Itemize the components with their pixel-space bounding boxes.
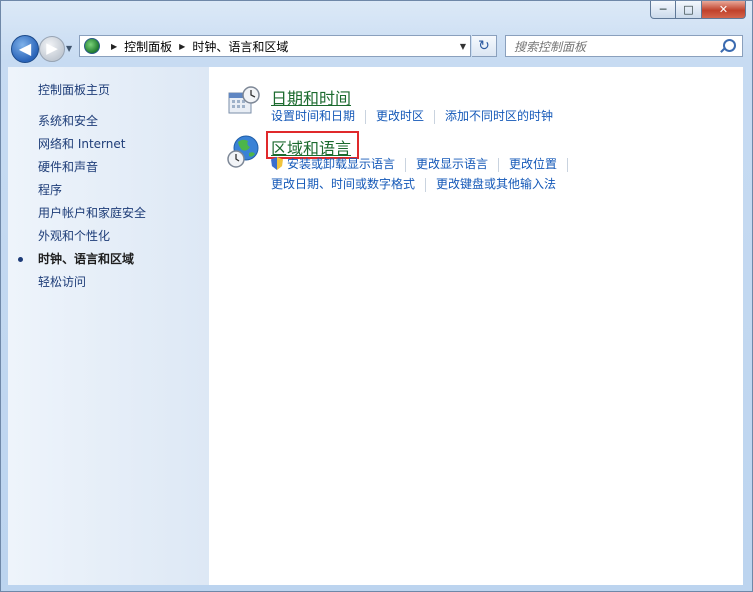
main-content: 日期和时间 设置时间和日期 更改时区 添加不同时区的时钟 区域和语言 安装或卸载显示… [209,67,743,585]
change-keyboard-input-link[interactable]: 更改键盘或其他输入法 [436,177,556,191]
sidebar-item-label[interactable]: 外观和个性化 [38,229,110,243]
date-time-title-link[interactable]: 日期和时间 [271,85,351,109]
region-language-links-row2: 更改日期、时间或数字格式 更改键盘或其他输入法 [271,175,556,192]
link-divider [498,157,500,172]
maximize-button[interactable]: □ [676,1,702,19]
change-location-link[interactable]: 更改位置 [509,157,557,171]
sidebar-item-ease-of-access[interactable]: 轻松访问 [38,275,146,298]
sidebar-item-label: 时钟、语言和区域 [38,252,135,266]
change-date-time-number-format-link[interactable]: 更改日期、时间或数字格式 [271,177,415,191]
calendar-clock-icon[interactable] [227,85,261,119]
category-date-time: 日期和时间 设置时间和日期 更改时区 添加不同时区的时钟 [227,85,727,125]
refresh-button[interactable]: ↻ [472,35,497,57]
minimize-button[interactable]: ─ [650,1,676,19]
date-time-links: 设置时间和日期 更改时区 添加不同时区的时钟 [271,107,553,124]
sidebar-item-label[interactable]: 硬件和声音 [38,160,98,174]
search-box[interactable] [505,35,743,57]
link-divider [567,157,569,172]
change-display-language-link[interactable]: 更改显示语言 [416,157,488,171]
control-panel-window: ─ □ ✕ ◀ ▶ ▼ ▶ 控制面板 ▶ 时钟、语言和区域 ▼ ↻ 控制面板主页… [0,0,753,592]
back-button[interactable]: ◀ [11,35,39,63]
sidebar-list: 系统和安全 网络和 Internet 硬件和声音 程序 用户帐户和家庭安全 外观… [18,114,146,298]
link-divider [434,109,436,124]
close-button[interactable]: ✕ [702,1,746,19]
add-clocks-link[interactable]: 添加不同时区的时钟 [445,109,553,123]
sidebar-item-clock-language-region: 时钟、语言和区域 [18,252,146,275]
sidebar-item-label[interactable]: 网络和 Internet [38,137,125,151]
control-panel-icon [84,38,100,54]
set-time-date-link[interactable]: 设置时间和日期 [271,109,355,123]
category-region-language: 区域和语言 安装或卸载显示语言 更改显示语言 更改位置 更改日期、时间或数字格式 更改… [227,131,737,195]
navigation-bar: ◀ ▶ ▼ ▶ 控制面板 ▶ 时钟、语言和区域 ▼ ↻ [1,29,752,65]
install-display-language-link[interactable]: 安装或卸载显示语言 [287,157,395,171]
address-dropdown-icon[interactable]: ▼ [460,42,466,51]
link-divider [365,109,367,124]
sidebar-item-hardware-sound[interactable]: 硬件和声音 [38,160,146,183]
search-icon[interactable] [723,39,736,52]
caption-buttons: ─ □ ✕ [650,1,746,19]
sidebar-item-label[interactable]: 轻松访问 [38,275,86,289]
current-bullet-icon [18,257,23,262]
breadcrumb-control-panel[interactable]: 控制面板 [124,38,172,55]
sidebar: 控制面板主页 系统和安全 网络和 Internet 硬件和声音 程序 用户帐户和… [8,67,209,585]
breadcrumb-clock-language-region[interactable]: 时钟、语言和区域 [192,38,288,55]
recent-pages-chevron-down-icon[interactable]: ▼ [66,44,72,53]
sidebar-item-user-accounts[interactable]: 用户帐户和家庭安全 [38,206,146,229]
sidebar-item-appearance[interactable]: 外观和个性化 [38,229,146,252]
link-divider [405,157,407,172]
sidebar-item-label[interactable]: 程序 [38,183,62,197]
sidebar-home-link[interactable]: 控制面板主页 [38,81,110,98]
sidebar-item-label[interactable]: 系统和安全 [38,114,98,128]
sidebar-item-system-security[interactable]: 系统和安全 [38,114,146,137]
sidebar-item-label[interactable]: 用户帐户和家庭安全 [38,206,146,220]
sidebar-item-programs[interactable]: 程序 [38,183,146,206]
breadcrumb-separator-icon[interactable]: ▶ [179,42,185,51]
globe-clock-icon[interactable] [227,135,261,169]
link-divider [425,177,427,192]
breadcrumb-separator-icon[interactable]: ▶ [111,42,117,51]
search-input[interactable] [512,37,716,57]
region-language-links-row1: 安装或卸载显示语言 更改显示语言 更改位置 [271,155,578,172]
window-bottom-frame [1,585,752,591]
sidebar-item-network-internet[interactable]: 网络和 Internet [38,137,146,160]
uac-shield-icon [271,157,283,170]
forward-button[interactable]: ▶ [39,36,65,62]
change-timezone-link[interactable]: 更改时区 [376,109,424,123]
address-bar[interactable]: ▶ 控制面板 ▶ 时钟、语言和区域 ▼ [79,35,471,57]
